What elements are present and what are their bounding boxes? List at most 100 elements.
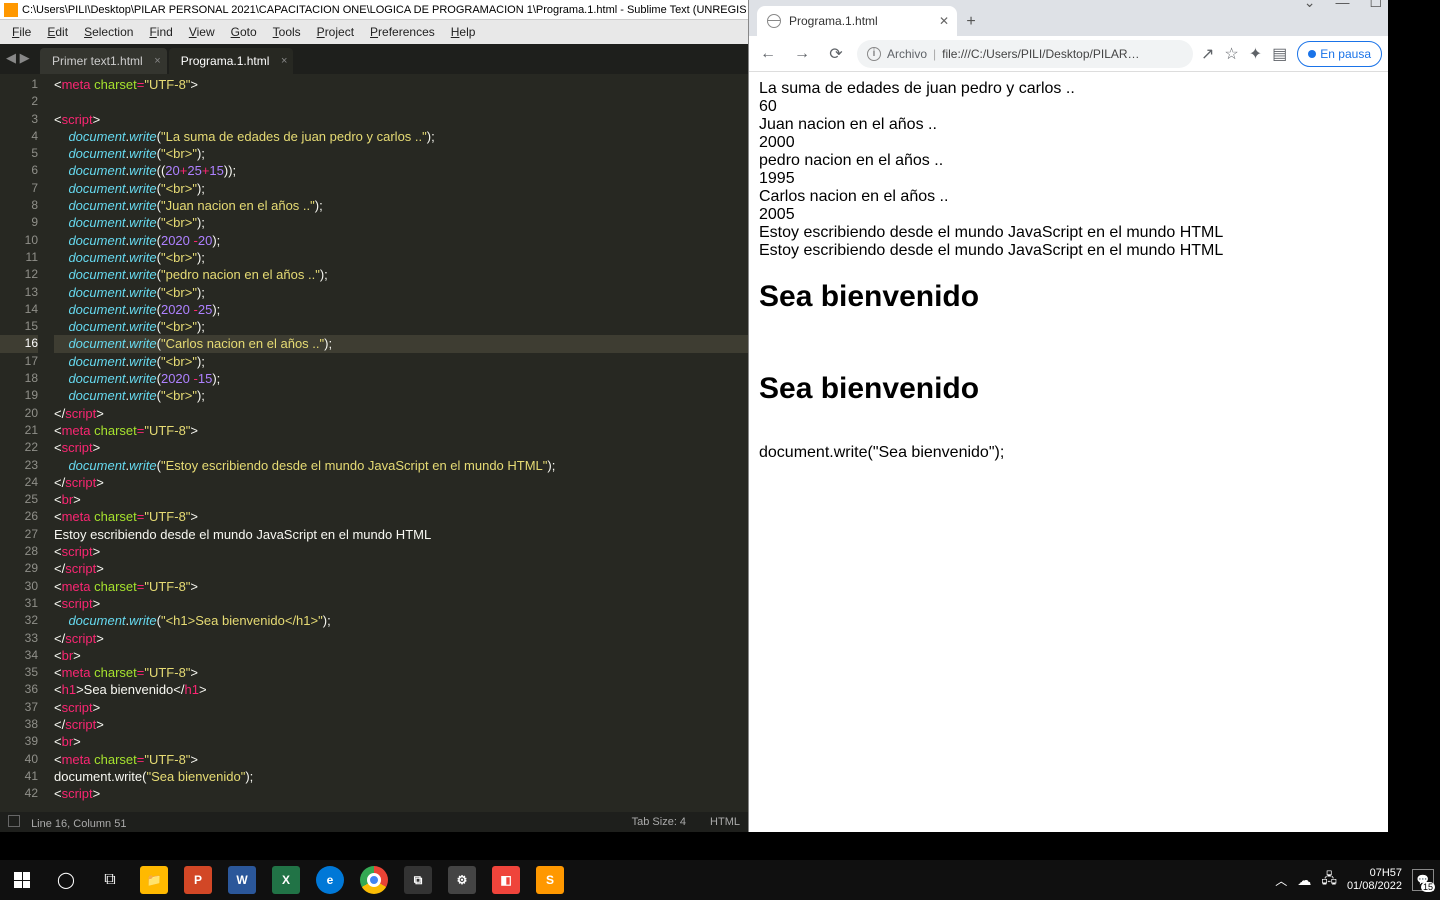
network-icon[interactable]: 🖧 — [1321, 868, 1337, 892]
code-line[interactable]: <br> — [54, 733, 748, 750]
code-line[interactable]: document.write("Juan nacion en el años .… — [54, 197, 748, 214]
menu-goto[interactable]: Goto — [223, 25, 265, 39]
code-line[interactable]: <script> — [54, 111, 748, 128]
code-line[interactable]: </script> — [54, 716, 748, 733]
chrome-chevron-icon[interactable]: ⌄ — [1304, 0, 1316, 11]
code-line[interactable]: <script> — [54, 785, 748, 802]
menu-help[interactable]: Help — [443, 25, 484, 39]
code-line[interactable]: document.write(2020 -25); — [54, 301, 748, 318]
code-line[interactable]: <script> — [54, 595, 748, 612]
new-tab-button[interactable]: + — [957, 8, 985, 36]
code-line[interactable]: document.write("<br>"); — [54, 284, 748, 301]
menu-edit[interactable]: Edit — [39, 25, 76, 39]
store-icon[interactable]: ⧉ — [396, 860, 440, 900]
sublime-nav-arrows[interactable]: ◀ ▶ — [6, 50, 30, 66]
cortana-icon[interactable]: ◯ — [44, 860, 88, 900]
taskbar-clock[interactable]: 07H57 01/08/2022 — [1347, 867, 1402, 893]
editor-tab[interactable]: Primer text1.html× — [40, 48, 167, 74]
sublime-editor[interactable]: 1234567891011121314151617181920212223242… — [0, 74, 748, 812]
tab-close-icon[interactable]: × — [281, 55, 287, 67]
code-line[interactable]: document.write("<br>"); — [54, 387, 748, 404]
code-line[interactable]: document.write("<br>"); — [54, 249, 748, 266]
code-line[interactable]: <script> — [54, 699, 748, 716]
code-line[interactable]: <script> — [54, 439, 748, 456]
code-line[interactable]: <meta charset="UTF-8"> — [54, 422, 748, 439]
sublime-menubar: FileEditSelectionFindViewGotoToolsProjec… — [0, 20, 748, 44]
code-line[interactable]: </script> — [54, 474, 748, 491]
tray-chevron-icon[interactable]: ︿ — [1275, 872, 1287, 889]
code-line[interactable]: document.write("<br>"); — [54, 180, 748, 197]
code-line[interactable]: Estoy escribiendo desde el mundo JavaScr… — [54, 526, 748, 543]
code-line[interactable]: document.write("<br>"); — [54, 145, 748, 162]
code-line[interactable]: document.write("La suma de edades de jua… — [54, 128, 748, 145]
code-line[interactable]: document.write(2020 -20); — [54, 232, 748, 249]
powerpoint-icon[interactable]: P — [176, 860, 220, 900]
page-text-line: 60 — [759, 98, 1378, 116]
start-button[interactable] — [0, 860, 44, 900]
code-line[interactable]: document.write("Estoy escribiendo desde … — [54, 457, 748, 474]
word-icon[interactable]: W — [220, 860, 264, 900]
reading-list-icon[interactable]: ▤ — [1272, 44, 1287, 64]
code-line[interactable]: document.write("pedro nacion en el años … — [54, 266, 748, 283]
code-line[interactable]: document.write("<br>"); — [54, 318, 748, 335]
code-line[interactable]: document.write("Carlos nacion en el años… — [54, 335, 748, 352]
menu-selection[interactable]: Selection — [76, 25, 141, 39]
reload-button[interactable]: ⟳ — [823, 41, 849, 67]
code-line[interactable]: </script> — [54, 560, 748, 577]
code-area[interactable]: <meta charset="UTF-8"><script> document.… — [48, 74, 748, 812]
menu-find[interactable]: Find — [141, 25, 180, 39]
code-line[interactable]: document.write((20+25+15)); — [54, 162, 748, 179]
forward-button[interactable]: → — [789, 41, 815, 67]
chrome-maximize-icon[interactable]: ☐ — [1369, 0, 1382, 11]
menu-view[interactable]: View — [181, 25, 223, 39]
site-info-icon[interactable]: i — [867, 47, 881, 61]
sublime-taskbar-icon[interactable]: S — [528, 860, 572, 900]
omnibox-url: file:///C:/Users/PILI/Desktop/PILAR… — [942, 47, 1139, 61]
code-line[interactable]: <br> — [54, 491, 748, 508]
editor-tab[interactable]: Programa.1.html× — [169, 48, 294, 74]
code-line[interactable]: document.write("<h1>Sea bienvenido</h1>"… — [54, 612, 748, 629]
code-line[interactable]: document.write("Sea bienvenido"); — [54, 768, 748, 785]
menu-file[interactable]: File — [4, 25, 39, 39]
code-line[interactable]: document.write("<br>"); — [54, 353, 748, 370]
chrome-icon[interactable] — [352, 860, 396, 900]
profile-paused-pill[interactable]: En pausa — [1297, 41, 1382, 67]
excel-icon[interactable]: X — [264, 860, 308, 900]
chrome-tab[interactable]: Programa.1.html ✕ — [757, 6, 957, 36]
edge-icon[interactable]: e — [308, 860, 352, 900]
code-line[interactable]: <h1>Sea bienvenido</h1> — [54, 681, 748, 698]
code-line[interactable]: <meta charset="UTF-8"> — [54, 751, 748, 768]
status-language[interactable]: HTML — [710, 816, 740, 828]
chrome-minimize-icon[interactable]: — — [1335, 0, 1349, 11]
tab-close-icon[interactable]: × — [154, 55, 160, 67]
code-line[interactable]: <meta charset="UTF-8"> — [54, 578, 748, 595]
code-line[interactable]: <script> — [54, 543, 748, 560]
action-center-icon[interactable]: 💬 — [1412, 869, 1434, 891]
code-line[interactable]: </script> — [54, 630, 748, 647]
tab-close-icon[interactable]: ✕ — [939, 14, 949, 28]
menu-tools[interactable]: Tools — [265, 25, 309, 39]
anydesk-icon[interactable]: ◧ — [484, 860, 528, 900]
code-line[interactable]: document.write(2020 -15); — [54, 370, 748, 387]
onedrive-icon[interactable]: ☁ — [1297, 872, 1311, 889]
extensions-icon[interactable]: ✦ — [1249, 44, 1262, 64]
code-line[interactable]: <br> — [54, 647, 748, 664]
code-line[interactable]: </script> — [54, 405, 748, 422]
omnibox[interactable]: i Archivo | file:///C:/Users/PILI/Deskto… — [857, 40, 1193, 68]
menu-preferences[interactable]: Preferences — [362, 25, 443, 39]
share-icon[interactable]: ↗ — [1201, 44, 1214, 64]
task-view-icon[interactable]: ⧉ — [88, 860, 132, 900]
sidebar-toggle-icon[interactable] — [8, 815, 20, 827]
code-line[interactable]: <meta charset="UTF-8"> — [54, 508, 748, 525]
code-line[interactable]: document.write("<br>"); — [54, 214, 748, 231]
file-explorer-icon[interactable]: 📁 — [132, 860, 176, 900]
bookmark-icon[interactable]: ☆ — [1224, 44, 1238, 64]
code-line[interactable] — [54, 93, 748, 110]
menu-project[interactable]: Project — [309, 25, 362, 39]
code-line[interactable]: <meta charset="UTF-8"> — [54, 664, 748, 681]
back-button[interactable]: ← — [755, 41, 781, 67]
sublime-titlebar[interactable]: C:\Users\PILI\Desktop\PILAR PERSONAL 202… — [0, 0, 748, 20]
settings-icon[interactable]: ⚙ — [440, 860, 484, 900]
status-tabsize[interactable]: Tab Size: 4 — [632, 816, 686, 828]
code-line[interactable]: <meta charset="UTF-8"> — [54, 76, 748, 93]
